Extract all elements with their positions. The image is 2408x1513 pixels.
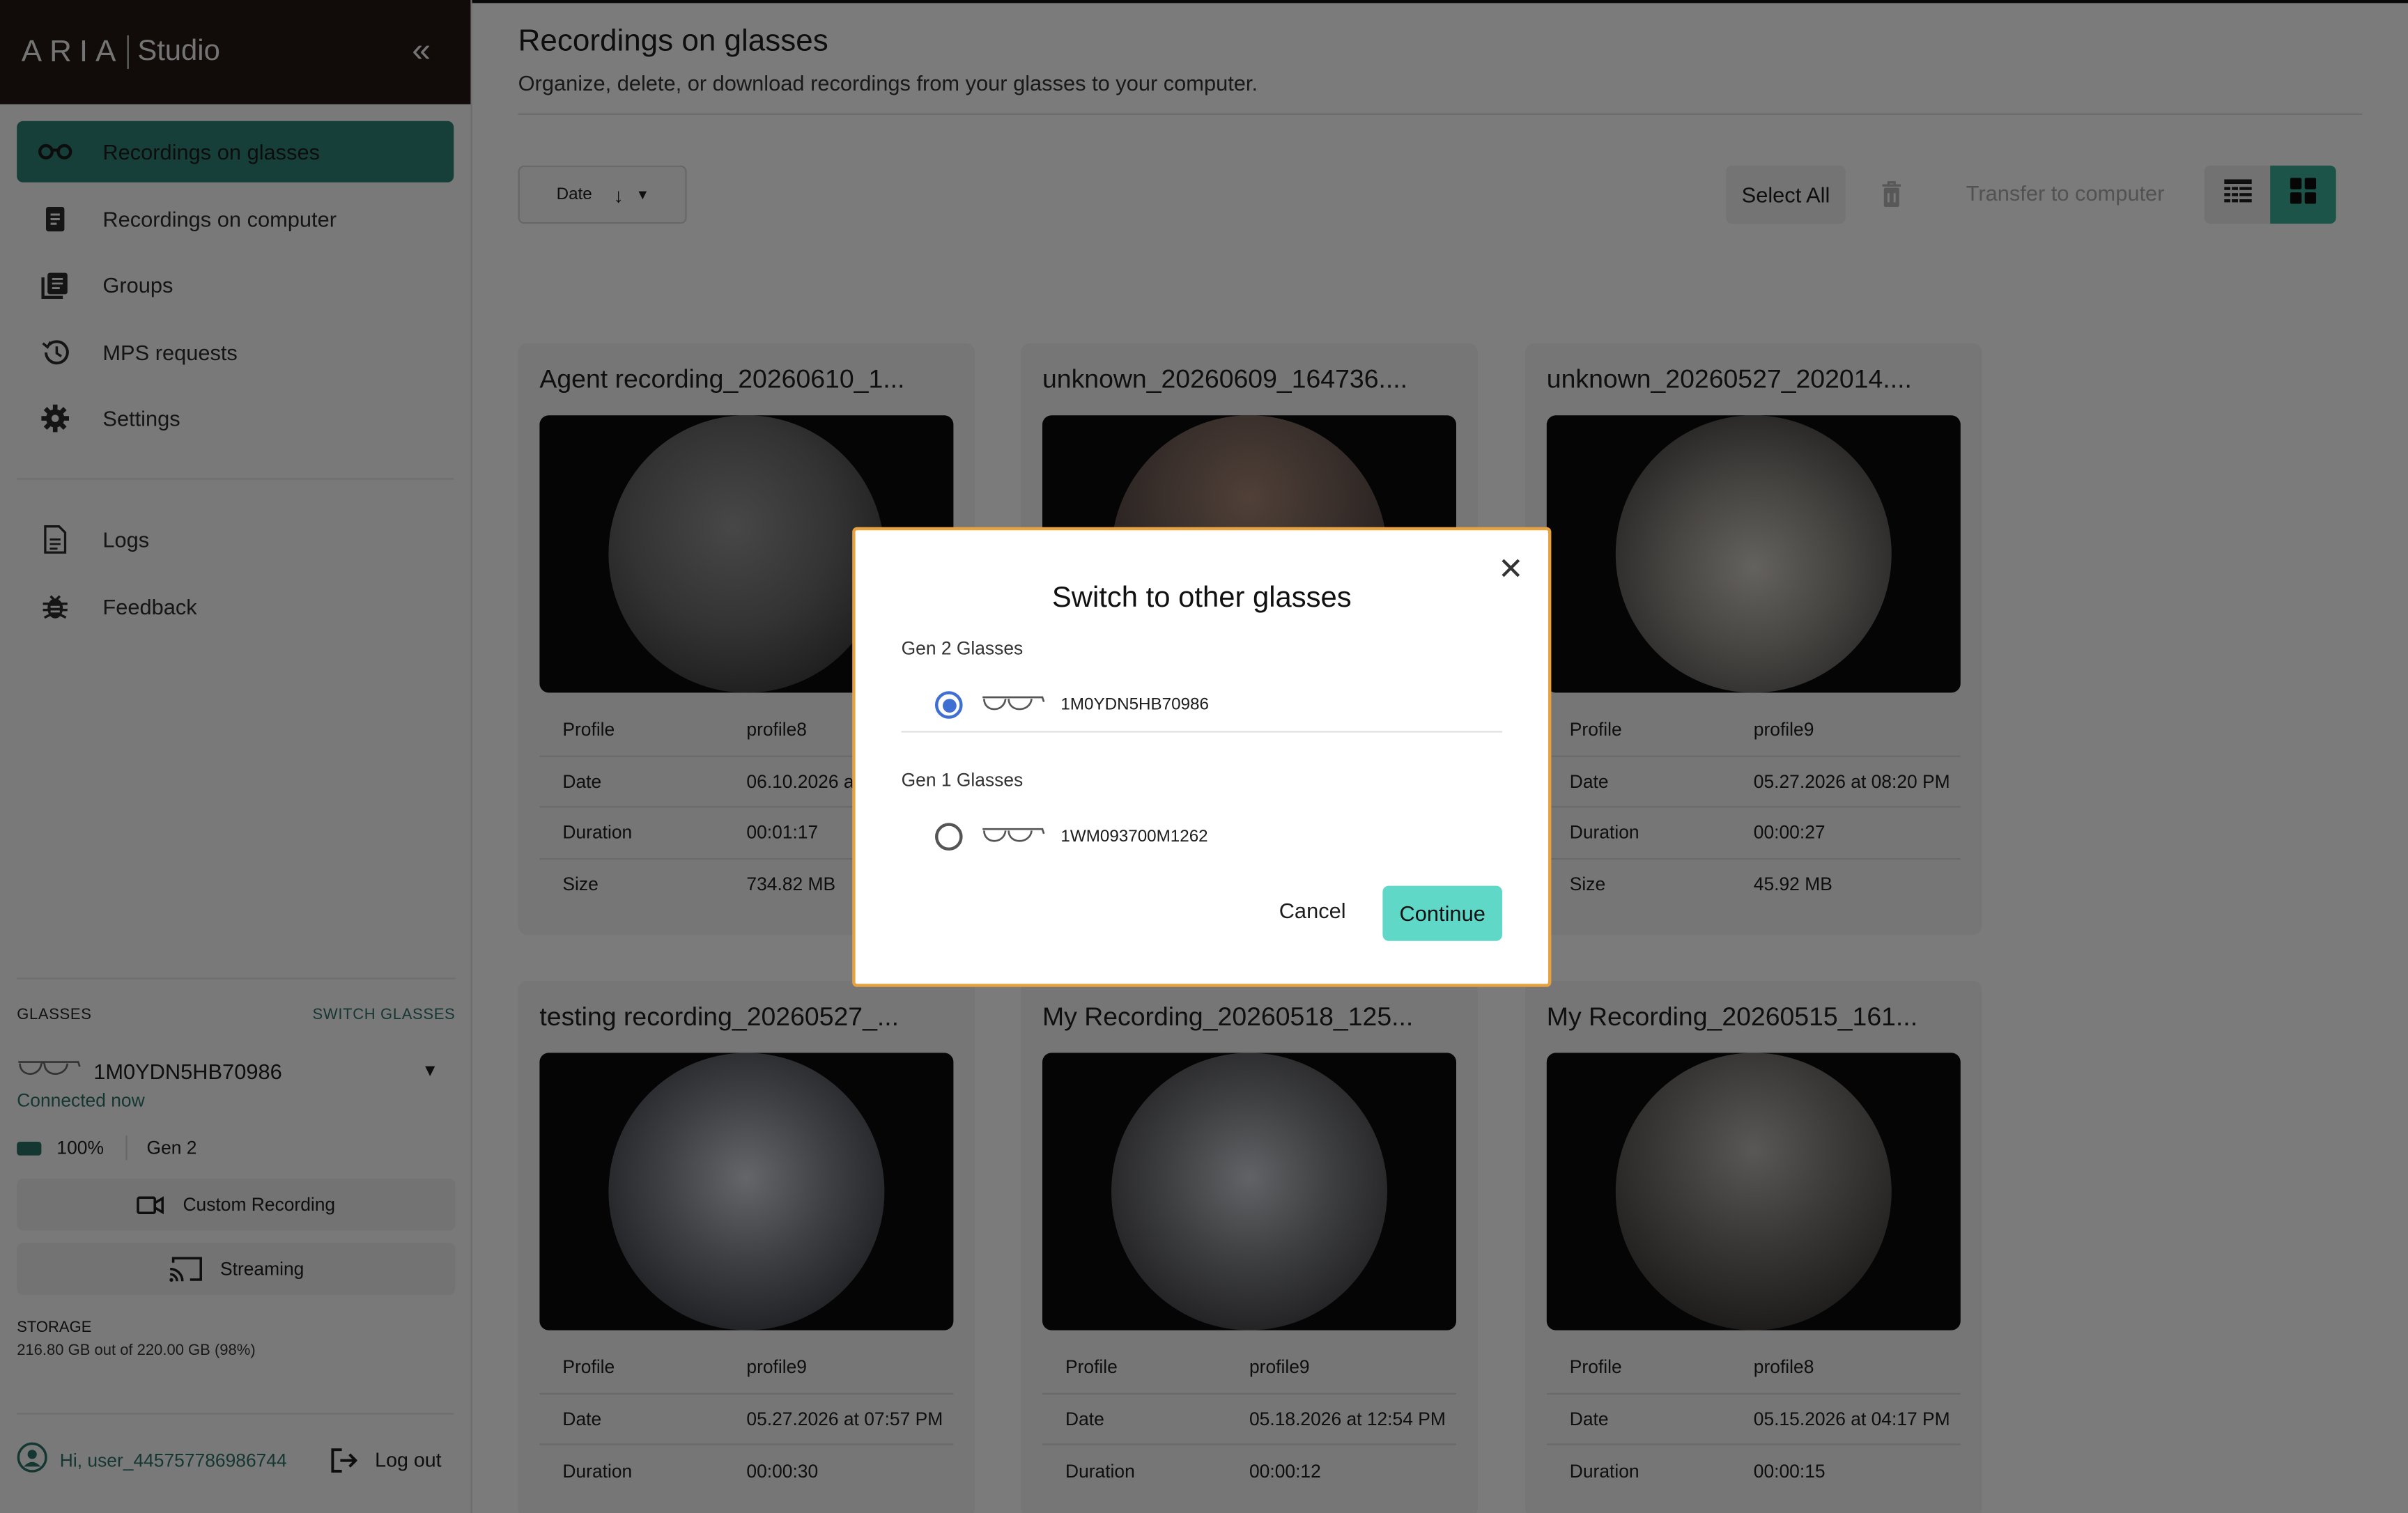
radio-selected[interactable] xyxy=(935,691,963,719)
glasses-option-gen1[interactable]: 1WM093700M1262 xyxy=(935,809,1502,864)
glasses-outline-icon xyxy=(981,692,1045,717)
section-label-gen2: Gen 2 Glasses xyxy=(901,637,1024,659)
dialog-title: Switch to other glasses xyxy=(1051,582,1352,615)
glasses-option-gen2[interactable]: 1M0YDN5HB70986 xyxy=(935,677,1502,732)
cancel-button[interactable]: Cancel xyxy=(1279,898,1346,922)
radio-unselected[interactable] xyxy=(935,823,963,851)
switch-glasses-dialog: ✕ Switch to other glasses Gen 2 Glasses … xyxy=(852,527,1552,987)
app-root: ARIA Studio « Recordings on glasses Reco… xyxy=(0,0,2408,1513)
close-icon[interactable]: ✕ xyxy=(1498,554,1524,585)
continue-button[interactable]: Continue xyxy=(1382,885,1502,941)
glasses-option-id: 1M0YDN5HB70986 xyxy=(1060,695,1209,715)
glasses-outline-icon xyxy=(981,824,1045,850)
option-divider xyxy=(901,731,1502,733)
glasses-option-id: 1WM093700M1262 xyxy=(1060,828,1208,846)
section-label-gen1: Gen 1 Glasses xyxy=(901,769,1024,791)
radio-dot xyxy=(941,698,956,712)
